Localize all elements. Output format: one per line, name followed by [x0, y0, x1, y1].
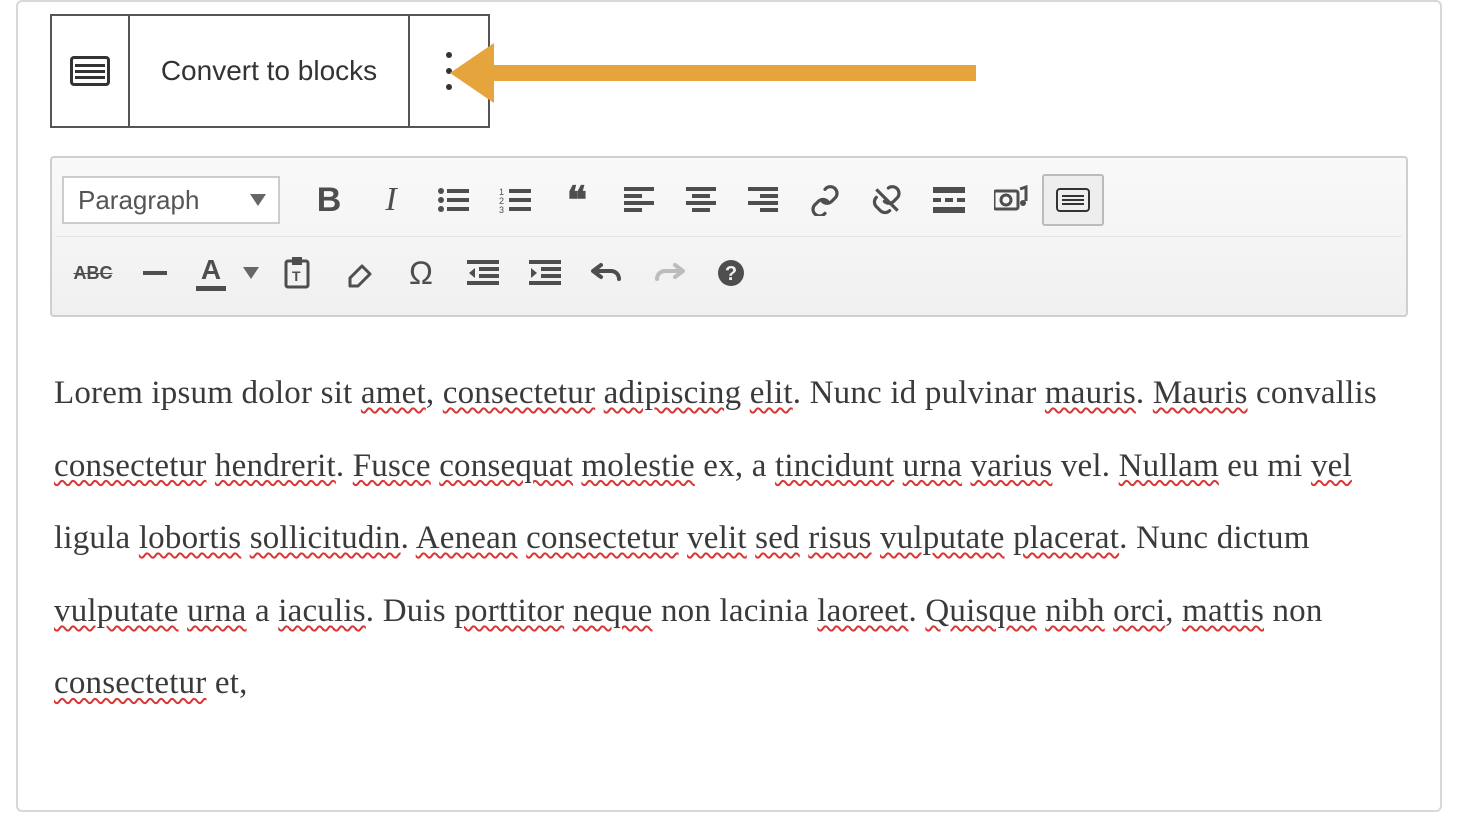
annotation-arrow — [486, 65, 976, 85]
indent-icon — [529, 260, 561, 286]
align-right-button[interactable] — [732, 174, 794, 226]
redo-button[interactable] — [638, 247, 700, 299]
keyboard-icon — [70, 56, 110, 86]
align-left-button[interactable] — [608, 174, 670, 226]
toolbar-toggle-button[interactable] — [1042, 174, 1104, 226]
insert-link-button[interactable] — [794, 174, 856, 226]
chevron-down-icon — [243, 267, 259, 279]
redo-icon — [653, 259, 685, 287]
blockquote-button[interactable]: ❝ — [546, 174, 608, 226]
read-more-icon — [933, 187, 965, 213]
convert-to-blocks-button[interactable]: Convert to blocks — [130, 16, 410, 126]
text-color-button[interactable]: A — [186, 247, 236, 299]
undo-button[interactable] — [576, 247, 638, 299]
classic-block-icon-button[interactable] — [52, 16, 130, 126]
editor-content-area[interactable]: Lorem ipsum dolor sit amet, consectetur … — [18, 317, 1440, 720]
special-character-button[interactable]: Ω — [390, 247, 452, 299]
svg-text:3: 3 — [499, 205, 504, 213]
tinymce-toolbar-row-1: Paragraph B I 123 ❝ — [56, 164, 1402, 236]
bullet-list-button[interactable] — [422, 174, 484, 226]
eraser-icon — [344, 258, 374, 288]
read-more-button[interactable] — [918, 174, 980, 226]
align-left-icon — [624, 187, 654, 213]
clear-formatting-button[interactable] — [328, 247, 390, 299]
numbered-list-icon: 123 — [499, 187, 531, 213]
block-toolbar: Convert to blocks — [50, 14, 490, 128]
outdent-icon — [467, 260, 499, 286]
svg-text:?: ? — [725, 263, 737, 285]
undo-icon — [591, 259, 623, 287]
horizontal-rule-button[interactable] — [124, 247, 186, 299]
paragraph-format-select[interactable]: Paragraph — [62, 176, 280, 224]
keyboard-shortcuts-button[interactable]: ? — [700, 247, 762, 299]
help-icon: ? — [716, 258, 746, 288]
align-right-icon — [748, 187, 778, 213]
keyboard-icon — [1056, 188, 1090, 212]
horizontal-rule-icon — [143, 271, 167, 275]
italic-button[interactable]: I — [360, 174, 422, 226]
tinymce-toolbar: Paragraph B I 123 ❝ — [50, 156, 1408, 317]
outdent-button[interactable] — [452, 247, 514, 299]
text-color-dropdown[interactable] — [236, 247, 266, 299]
camera-music-icon — [994, 185, 1028, 215]
chevron-down-icon — [250, 194, 266, 206]
numbered-list-button[interactable]: 123 — [484, 174, 546, 226]
bold-button[interactable]: B — [298, 174, 360, 226]
text-color-icon: A — [196, 256, 226, 291]
unlink-icon — [871, 184, 903, 216]
content-paragraph[interactable]: Lorem ipsum dolor sit amet, consectetur … — [54, 357, 1404, 720]
strikethrough-button[interactable]: ABC — [62, 247, 124, 299]
svg-text:T: T — [292, 268, 301, 284]
indent-button[interactable] — [514, 247, 576, 299]
align-center-button[interactable] — [670, 174, 732, 226]
classic-editor-block: Convert to blocks Paragraph B I 123 — [16, 0, 1442, 812]
paste-as-text-button[interactable]: T — [266, 247, 328, 299]
clipboard-text-icon: T — [282, 257, 312, 289]
remove-link-button[interactable] — [856, 174, 918, 226]
tinymce-toolbar-row-2: ABC A T Ω — [56, 236, 1402, 309]
convert-to-blocks-label: Convert to blocks — [161, 55, 377, 87]
link-icon — [809, 184, 841, 216]
bullet-list-icon — [437, 187, 469, 213]
align-center-icon — [686, 187, 716, 213]
add-media-button[interactable] — [980, 174, 1042, 226]
format-select-value: Paragraph — [78, 185, 199, 216]
